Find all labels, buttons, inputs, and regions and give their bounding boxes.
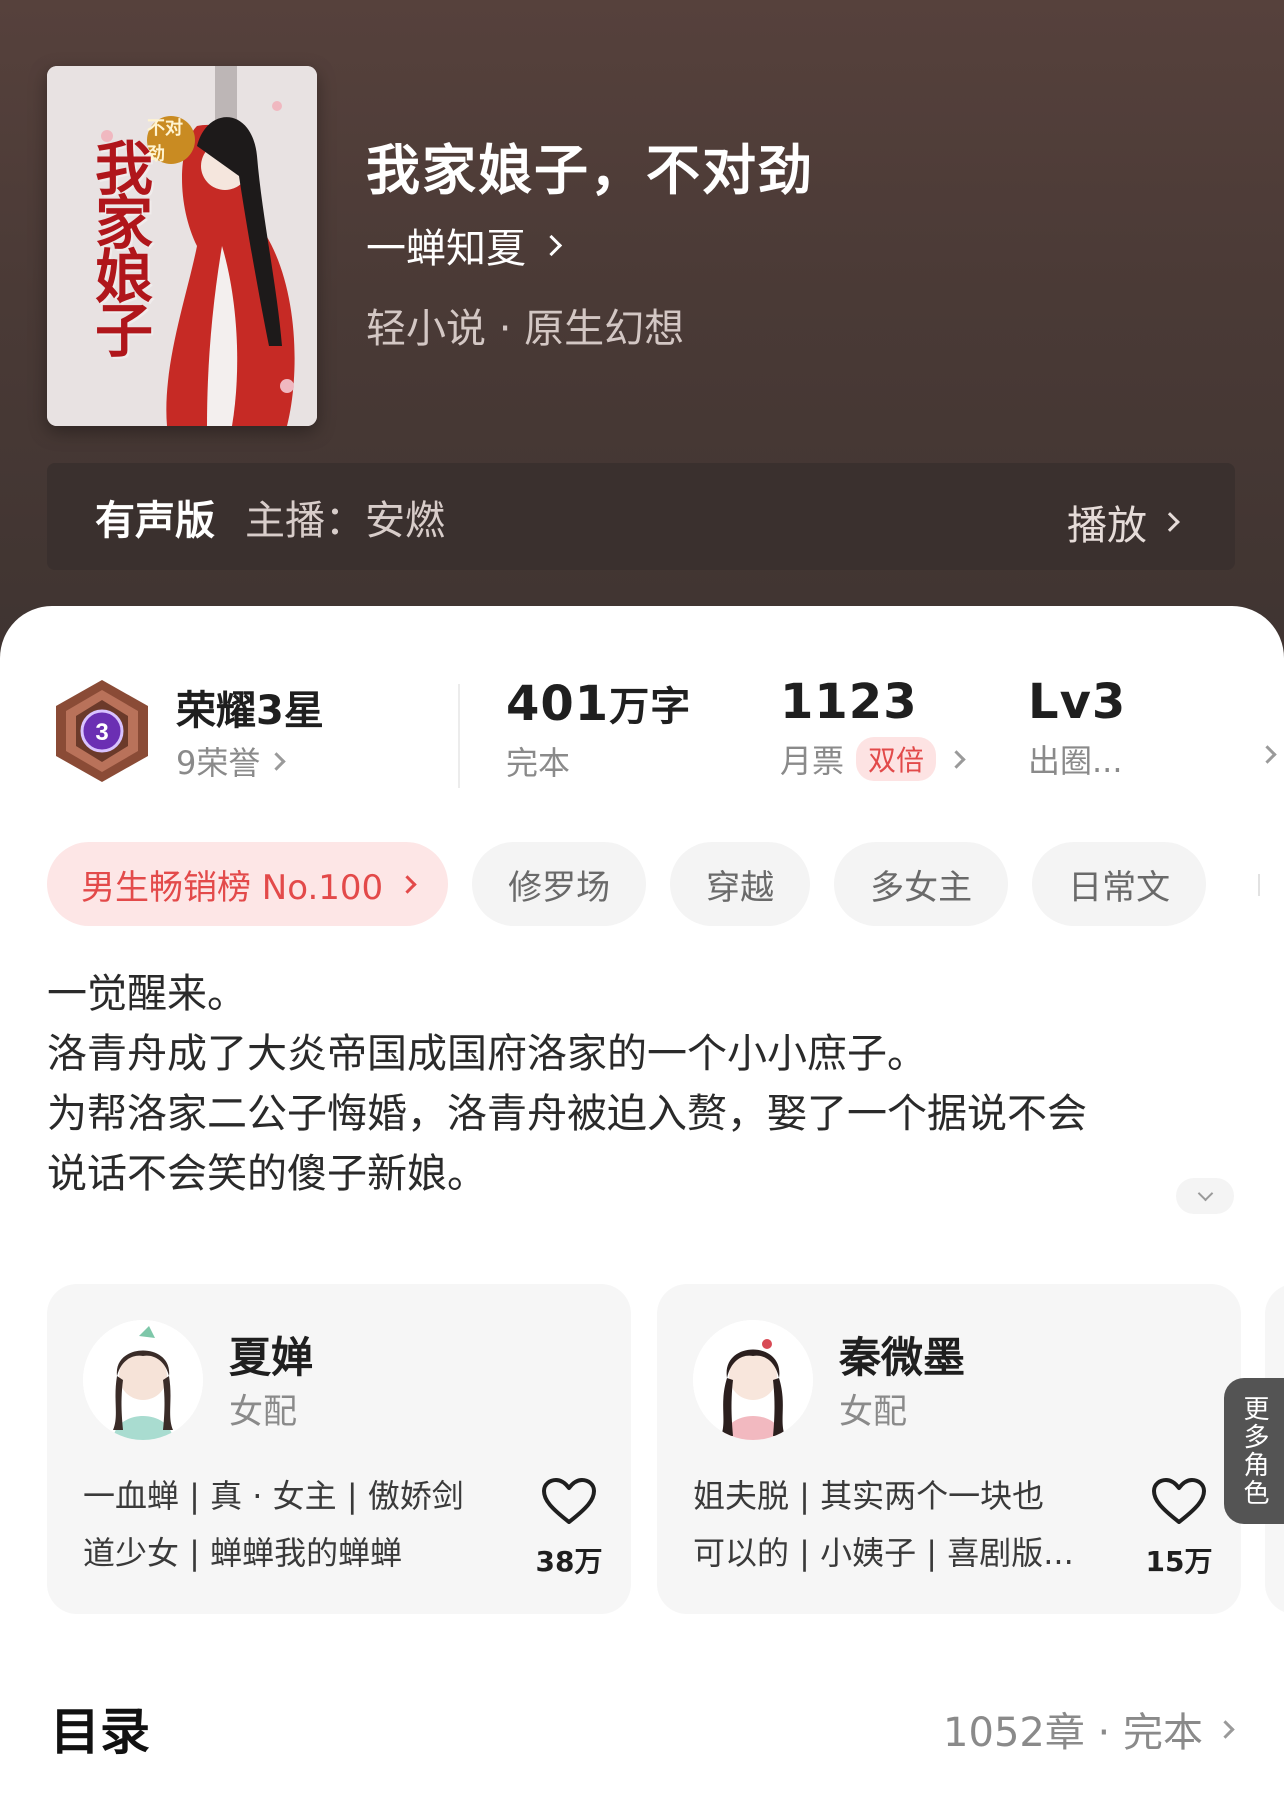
tag-overflow-edge — [1258, 874, 1260, 896]
honor-title: 荣耀3星 — [176, 688, 324, 734]
audio-version-bar[interactable]: 有声版 主播：安燃 播放 — [47, 463, 1235, 570]
cover-title-art: 我家娘子 — [85, 138, 153, 354]
table-of-contents-row[interactable]: 目录 1052章 · 完本 — [0, 1676, 1284, 1766]
character-avatar — [83, 1320, 203, 1440]
chevron-down-icon — [1197, 1185, 1213, 1201]
synopsis-line: 一觉醒来。 — [47, 971, 247, 1017]
stats-row: 3 荣耀3星 9荣誉 401万字 完本 1123 月票 双倍 Lv3 出圈... — [0, 666, 1284, 788]
book-genre: 轻小说 · 原生幻想 — [366, 306, 685, 352]
chevron-right-icon — [398, 874, 417, 894]
chevron-right-icon — [947, 749, 966, 769]
rank-tag[interactable]: 男生畅销榜 No.100 — [47, 842, 449, 926]
synopsis[interactable]: 一觉醒来。 洛青舟成了大炎帝国成国府洛家的一个小小庶子。 为帮洛家二公子悔婚，洛… — [47, 964, 1237, 1204]
honor-count: 9荣誉 — [176, 744, 261, 782]
audio-play-label: 播放 — [1067, 503, 1147, 549]
chevron-right-icon — [1258, 745, 1277, 764]
cover-badge: 不对劲 — [147, 116, 195, 165]
like-count: 38万 — [535, 1545, 603, 1578]
character-desc-line: 一血蝉 | 真 · 女主 | 傲娇剑 — [83, 1477, 464, 1515]
tag-chip[interactable]: 日常文 — [1032, 842, 1207, 926]
tag-chip[interactable]: 修罗场 — [472, 842, 647, 926]
synopsis-line: 说话不会笑的傻子新娘。 — [47, 1151, 487, 1197]
chevron-right-icon — [1160, 512, 1180, 532]
heart-icon[interactable] — [1151, 1478, 1207, 1526]
tag-row: 男生畅销榜 No.100 修罗场 穿越 多女主 日常文 — [47, 842, 1207, 926]
toc-chapter-info: 1052章 · 完本 — [943, 1710, 1203, 1756]
character-role: 女配 — [229, 1392, 297, 1432]
synopsis-line: 为帮洛家二公子悔婚，洛青舟被迫入赘，娶了一个据说不会 — [47, 1091, 1087, 1137]
audio-host: 主播：安燃 — [245, 497, 445, 544]
like-count: 15万 — [1145, 1545, 1213, 1578]
audio-label: 有声版 — [95, 497, 215, 544]
character-desc-line: 姐夫脱 | 其实两个一块也 — [693, 1477, 1045, 1515]
stats-more[interactable] — [1258, 745, 1277, 765]
character-card[interactable]: 夏婵 女配 一血蝉 | 真 · 女主 | 傲娇剑 道少女 | 蝉蝉我的蝉蝉 38… — [47, 1284, 631, 1614]
honor-medal-icon[interactable]: 3 — [50, 676, 154, 786]
monthly-ticket-number: 1123 — [780, 674, 918, 730]
tag-chip[interactable]: 穿越 — [670, 842, 811, 926]
word-count-stat: 401万字 完本 — [506, 674, 691, 784]
level-label: 出圈... — [1028, 742, 1123, 780]
synopsis-line: 洛青舟成了大炎帝国成国府洛家的一个小小庶子。 — [47, 1031, 927, 1077]
character-description: 姐夫脱 | 其实两个一块也 可以的 | 小姨子 | 喜剧版... — [693, 1468, 1113, 1582]
character-name: 秦微墨 — [839, 1333, 966, 1382]
character-desc-line: 可以的 | 小姨子 | 喜剧版... — [693, 1534, 1074, 1572]
monthly-ticket-stat[interactable]: 1123 月票 双倍 — [780, 674, 966, 782]
word-count-label: 完本 — [506, 744, 571, 782]
tag-chip[interactable]: 多女主 — [834, 842, 1009, 926]
toc-meta[interactable]: 1052章 · 完本 — [943, 1700, 1235, 1758]
toc-title: 目录 — [50, 1703, 150, 1761]
expand-synopsis-button[interactable] — [1176, 1178, 1234, 1214]
author-link[interactable]: 一蝉知夏 — [366, 216, 563, 274]
character-desc-line: 道少女 | 蝉蝉我的蝉蝉 — [83, 1534, 403, 1572]
book-title: 我家娘子，不对劲 — [366, 139, 814, 202]
book-detail-sheet: 3 荣耀3星 9荣誉 401万字 完本 1123 月票 双倍 Lv3 出圈... — [0, 606, 1284, 1794]
chevron-right-icon — [540, 234, 563, 256]
character-description: 一血蝉 | 真 · 女主 | 傲娇剑 道少女 | 蝉蝉我的蝉蝉 — [83, 1468, 503, 1582]
character-avatar — [693, 1320, 813, 1440]
honor-level-number: 3 — [95, 719, 108, 746]
audio-play-button[interactable]: 播放 — [1067, 493, 1180, 551]
character-role: 女配 — [839, 1392, 907, 1432]
character-card[interactable]: 秦微墨 女配 姐夫脱 | 其实两个一块也 可以的 | 小姨子 | 喜剧版... … — [657, 1284, 1241, 1614]
level-number: Lv3 — [1028, 674, 1127, 730]
heart-icon[interactable] — [541, 1478, 597, 1526]
chevron-right-icon — [267, 751, 287, 771]
more-roles-button[interactable]: 更多角色 — [1224, 1378, 1284, 1524]
level-stat[interactable]: Lv3 出圈... — [1028, 674, 1126, 782]
character-name: 夏婵 — [229, 1333, 314, 1382]
author-name: 一蝉知夏 — [366, 226, 526, 272]
book-header: 不对劲 我家娘子 我家娘子，不对劲 一蝉知夏 轻小说 · 原生幻想 有声版 主播… — [0, 0, 1284, 660]
chevron-right-icon — [1216, 1719, 1235, 1739]
word-count-number: 401 — [506, 676, 610, 732]
double-badge: 双倍 — [856, 737, 937, 781]
stats-divider — [458, 684, 460, 788]
word-count-unit: 万字 — [609, 684, 692, 730]
character-carousel: 夏婵 女配 一血蝉 | 真 · 女主 | 傲娇剑 道少女 | 蝉蝉我的蝉蝉 38… — [47, 1284, 1284, 1624]
monthly-ticket-label: 月票 — [780, 742, 845, 780]
book-cover[interactable]: 不对劲 我家娘子 — [47, 66, 317, 426]
honor-count-link[interactable]: 9荣誉 — [176, 738, 287, 784]
rank-tag-label: 男生畅销榜 No.100 — [81, 867, 384, 908]
